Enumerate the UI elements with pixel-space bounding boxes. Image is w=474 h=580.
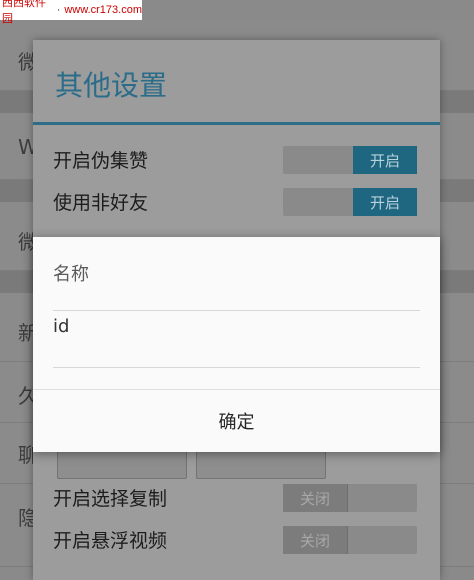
fake-likes-toggle[interactable]: 开启: [283, 146, 417, 174]
watermark-sep: ·: [56, 4, 61, 16]
site-watermark: 西西软件园 · www.cr173.com: [0, 0, 142, 25]
option-label: 开启悬浮视频: [53, 530, 168, 552]
option-select-copy: 开启选择复制 关闭: [53, 478, 421, 518]
option-label: 开启伪集赞: [53, 150, 149, 172]
id-input[interactable]: id: [53, 312, 420, 368]
toggle-state: 开启: [353, 188, 417, 216]
toggle-state: 开启: [353, 146, 417, 174]
id-value: id: [53, 316, 70, 337]
watermark-url: www.cr173.com: [64, 4, 142, 16]
input-dialog: 名称 id 确定: [33, 237, 440, 452]
non-friend-toggle[interactable]: 开启: [283, 188, 417, 216]
watermark-site-name: 西西软件园: [2, 0, 46, 25]
title-divider: [33, 122, 440, 125]
confirm-button[interactable]: 确定: [33, 390, 440, 452]
option-non-friend: 使用非好友 开启: [53, 182, 421, 222]
option-label: 开启选择复制: [53, 488, 168, 510]
select-copy-toggle[interactable]: 关闭: [283, 484, 417, 512]
name-input[interactable]: 名称: [53, 252, 420, 311]
toggle-state: 关闭: [283, 526, 348, 554]
toggle-state: 关闭: [283, 484, 348, 512]
option-label: 使用非好友: [53, 192, 149, 214]
floating-video-toggle[interactable]: 关闭: [283, 526, 417, 554]
other-settings-title: 其他设置: [55, 69, 168, 102]
name-placeholder: 名称: [53, 264, 89, 285]
option-floating-video: 开启悬浮视频 关闭: [53, 520, 421, 560]
option-fake-likes: 开启伪集赞 开启: [53, 140, 421, 180]
